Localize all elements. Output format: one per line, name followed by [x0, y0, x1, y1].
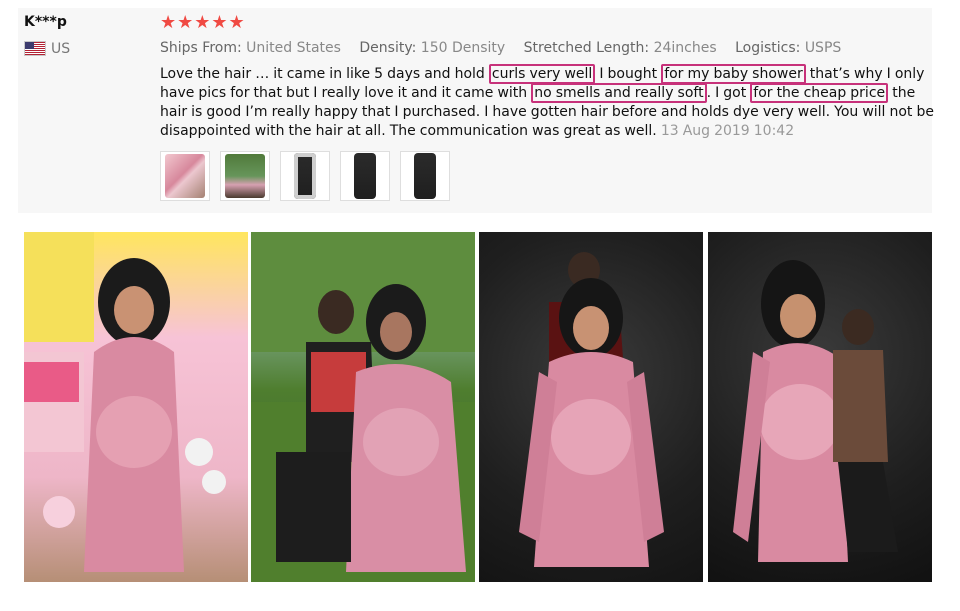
- property-density: Density: 150 Density: [359, 40, 506, 56]
- reviewer-name: K***p: [24, 14, 67, 30]
- star-rating: ★★★★★: [160, 12, 246, 33]
- review-date: 13 Aug 2019 10:42: [660, 123, 795, 139]
- property-ships-from: Ships From: United States: [160, 40, 341, 56]
- highlight-baby-shower: for my baby shower: [661, 64, 806, 84]
- property-logistics: Logistics: USPS: [735, 40, 842, 56]
- highlight-cheap-price: for the cheap price: [750, 83, 889, 103]
- property-stretched-length: Stretched Length: 24inches: [523, 40, 717, 56]
- review-photo-gallery: [24, 232, 932, 582]
- highlight-curls: curls very well: [488, 64, 596, 84]
- review-photo-4[interactable]: [708, 232, 932, 582]
- review-photo-2[interactable]: [251, 232, 475, 582]
- review-properties: Ships From: United States Density: 150 D…: [160, 40, 855, 56]
- reviewer-country: US: [51, 41, 71, 57]
- thumbnail-2[interactable]: [220, 151, 270, 201]
- thumbnail-1[interactable]: [160, 151, 210, 201]
- thumbnail-4[interactable]: [340, 151, 390, 201]
- us-flag-icon: [25, 42, 45, 55]
- review-card: K***p US ★★★★★ Ships From: United States…: [18, 8, 934, 213]
- thumbnail-3[interactable]: [280, 151, 330, 201]
- review-photo-1[interactable]: [24, 232, 248, 582]
- review-photo-3[interactable]: [479, 232, 703, 582]
- highlight-no-smells: no smells and really soft: [531, 83, 707, 103]
- thumbnail-5[interactable]: [400, 151, 450, 201]
- review-text: Love the hair … it came in like 5 days a…: [160, 64, 934, 139]
